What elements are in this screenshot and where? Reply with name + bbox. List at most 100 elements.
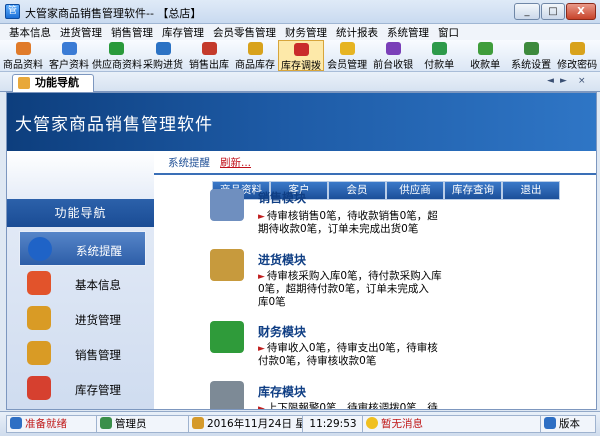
tab-scroll-right-icon[interactable]: ► bbox=[560, 76, 567, 86]
toolbar-key-button[interactable]: 修改密码 bbox=[554, 40, 600, 71]
status-time-text: 11:29:53 bbox=[309, 418, 357, 430]
cashier-icon bbox=[385, 42, 401, 55]
module-line: 库0笔 bbox=[258, 294, 286, 309]
toolbar-label: 会员管理 bbox=[327, 60, 368, 71]
inventory-icon bbox=[247, 42, 263, 55]
transfer-icon bbox=[293, 43, 309, 56]
banner-title: 大管家商品销售管理软件 bbox=[15, 115, 213, 135]
toolbar-member-button[interactable]: 会员管理 bbox=[324, 40, 370, 71]
remind-label: 系统提醒 bbox=[168, 157, 210, 169]
toolbar-customer-button[interactable]: 客户资料 bbox=[46, 40, 92, 71]
menu-inventory[interactable]: 库存管理 bbox=[153, 24, 204, 40]
module-line: 付款0笔，待审核收款0笔 bbox=[258, 353, 376, 368]
status-version[interactable]: 版本 bbox=[540, 415, 596, 433]
tab-scroll-left-icon[interactable]: ◄ bbox=[547, 76, 554, 86]
module-title[interactable]: 进货模块 bbox=[258, 251, 306, 268]
module-line-text: 期待收款0笔，订单未完成出货0笔 bbox=[258, 223, 419, 235]
toolbar-label: 供应商资料 bbox=[92, 60, 142, 71]
status-user-text: 管理员 bbox=[115, 418, 147, 430]
main-panel: 大管家商品销售管理软件 功能导航 系统提醒基本信息进货管理销售管理库存管理 系统… bbox=[6, 92, 597, 410]
menu-sales[interactable]: 销售管理 bbox=[102, 24, 153, 40]
nav-item-label: 销售管理 bbox=[75, 348, 121, 362]
refresh-link[interactable]: 刷新... bbox=[220, 155, 251, 170]
toolbar-label: 客户资料 bbox=[49, 60, 89, 71]
toolbar-settings-button[interactable]: 系统设置 bbox=[508, 40, 554, 71]
goods-icon bbox=[15, 42, 31, 55]
module-title[interactable]: 销售模块 bbox=[258, 189, 306, 206]
toolbar-label: 前台收银 bbox=[373, 60, 414, 71]
menu-reports[interactable]: 统计报表 bbox=[327, 24, 378, 40]
house-icon bbox=[27, 376, 51, 400]
status-user: 管理员 bbox=[96, 415, 190, 433]
content-area: 系统提醒 刷新... 商品资料客户会员供应商库存查询退出 销售模块►待审核销售0… bbox=[154, 151, 596, 410]
menu-member-retail[interactable]: 会员零售管理 bbox=[204, 24, 276, 40]
toolbar-label: 收款单 bbox=[470, 60, 501, 71]
menu-window[interactable]: 窗口 bbox=[429, 24, 459, 40]
nav-item-house[interactable]: 库存管理 bbox=[7, 371, 154, 406]
status-message: 暂无消息 bbox=[362, 415, 542, 433]
toolbar-label: 付款单 bbox=[424, 60, 455, 71]
toolbar-supplier-button[interactable]: 供应商资料 bbox=[92, 40, 142, 71]
key-icon bbox=[569, 42, 585, 55]
toolbar-cashier-button[interactable]: 前台收银 bbox=[370, 40, 416, 71]
nav-item-cubes[interactable]: 基本信息 bbox=[7, 266, 154, 301]
title-bar[interactable]: 管 大管家商品销售管理软件-- 【总店】 _ □ X bbox=[0, 0, 600, 24]
menu-system[interactable]: 系统管理 bbox=[378, 24, 429, 40]
status-date: 2016年11月24日 星期四 bbox=[188, 415, 327, 433]
module-line: ► 上下限報警0笔，待审核调拨0笔，待 bbox=[258, 400, 438, 410]
nav-item-folder-in[interactable]: 进货管理 bbox=[7, 301, 154, 336]
module-line: 期待收款0笔，订单未完成出货0笔 bbox=[258, 221, 418, 236]
payment-icon bbox=[431, 42, 447, 55]
inventory-module-icon bbox=[210, 381, 244, 409]
star-icon bbox=[18, 77, 30, 89]
status-bar: 准备就绪 管理员 2016年11月24日 星期四 11:29:53 暂无消息 版… bbox=[0, 411, 600, 436]
maximize-button[interactable]: □ bbox=[541, 3, 565, 20]
nav-item-label: 进货管理 bbox=[75, 313, 121, 327]
toolbar-inventory-button[interactable]: 商品库存 bbox=[232, 40, 278, 71]
toolbar-receipt-button[interactable]: 收款单 bbox=[462, 40, 508, 71]
folder-out-icon bbox=[27, 341, 51, 365]
toolbar-goods-button[interactable]: 商品资料 bbox=[0, 40, 46, 71]
toolbar-label: 商品库存 bbox=[235, 60, 275, 71]
menu-purchase[interactable]: 进货管理 bbox=[51, 24, 102, 40]
app-logo-icon: 管 bbox=[5, 4, 20, 19]
calendar-icon bbox=[192, 417, 204, 429]
module-line-text: 上下限報警0笔，待审核调拨0笔，待 bbox=[266, 402, 438, 410]
left-nav-panel: 功能导航 系统提醒基本信息进货管理销售管理库存管理 bbox=[7, 151, 154, 409]
toolbar-payment-button[interactable]: 付款单 bbox=[416, 40, 462, 71]
content-divider bbox=[154, 173, 596, 175]
toolbar-label: 商品资料 bbox=[3, 60, 43, 71]
menu-finance[interactable]: 财务管理 bbox=[276, 24, 327, 40]
status-version-text: 版本 bbox=[559, 418, 580, 430]
toolbar-label: 系统设置 bbox=[511, 60, 552, 71]
module-title[interactable]: 库存模块 bbox=[258, 383, 306, 400]
settings-icon bbox=[523, 42, 539, 55]
toolbar-transfer-button[interactable]: 库存调拨 bbox=[278, 40, 325, 72]
supplier-icon bbox=[108, 42, 124, 55]
toolbar-label: 销售出库 bbox=[189, 60, 229, 71]
customer-icon bbox=[61, 42, 77, 55]
tab-strip: 功能导航 ◄ ► × bbox=[0, 72, 600, 92]
module-line-text: 付款0笔，待审核收款0笔 bbox=[258, 355, 377, 367]
close-button[interactable]: X bbox=[566, 3, 596, 20]
toolbar-label: 采购进货 bbox=[143, 60, 183, 71]
member-icon bbox=[339, 42, 355, 55]
module-title[interactable]: 财务模块 bbox=[258, 323, 306, 340]
menu-basic-info[interactable]: 基本信息 bbox=[0, 24, 51, 40]
minimize-button[interactable]: _ bbox=[514, 3, 540, 20]
tab-close-icon[interactable]: × bbox=[578, 76, 586, 86]
user-icon bbox=[100, 417, 112, 429]
sales-icon bbox=[201, 42, 217, 55]
nav-item-info[interactable]: 系统提醒 bbox=[19, 231, 146, 266]
nav-item-label: 基本信息 bbox=[75, 278, 121, 292]
window-title: 大管家商品销售管理软件-- 【总店】 bbox=[25, 7, 202, 20]
toolbar-purchase-button[interactable]: 采购进货 bbox=[140, 40, 186, 71]
status-ready: 准备就绪 bbox=[6, 415, 98, 433]
module-purchase: 进货模块 ► 待审核采购入库0笔，待付款采购入库 0笔，超期待付款0笔，订单未完成入库… bbox=[206, 249, 536, 319]
purchase-module-icon bbox=[210, 249, 244, 281]
toolbar-sales-button[interactable]: 销售出库 bbox=[186, 40, 232, 71]
nav-item-folder-out[interactable]: 销售管理 bbox=[7, 336, 154, 371]
sales-module-icon bbox=[210, 189, 244, 221]
nav-heading: 功能导航 bbox=[7, 199, 154, 227]
tab-function-nav[interactable]: 功能导航 bbox=[12, 74, 94, 92]
